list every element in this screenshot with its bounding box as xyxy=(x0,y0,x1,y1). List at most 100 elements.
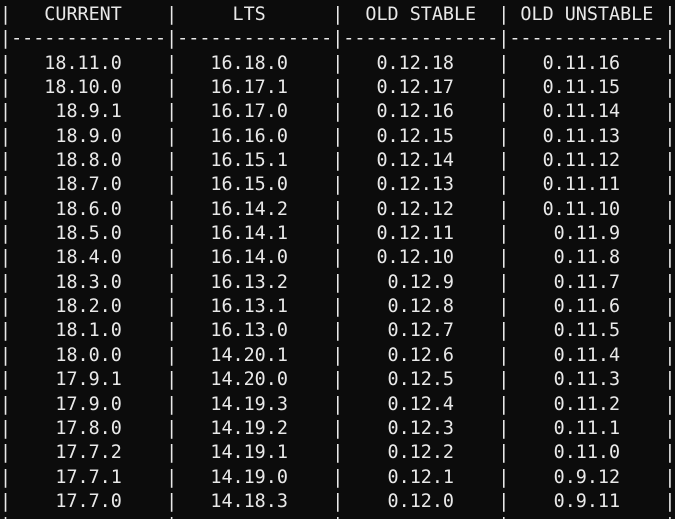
version-cell: 18.4.0 xyxy=(11,247,167,269)
column-divider: | xyxy=(166,28,178,50)
version-cell: 16.14.0 xyxy=(177,247,333,269)
version-cell: 0.11.10 xyxy=(509,198,665,220)
table-row: | 18.4.0 | 16.14.0 | 0.12.10 | 0.11.8 | xyxy=(0,246,675,270)
table-row: | 18.7.0 | 16.15.0 | 0.12.13 | 0.11.11 | xyxy=(0,173,675,197)
column-divider: | xyxy=(0,442,12,464)
column-divider: | xyxy=(166,369,178,391)
version-cell: 0.12.4 xyxy=(343,393,499,415)
version-cell: 16.13.0 xyxy=(177,320,333,342)
column-divider: | xyxy=(498,174,510,196)
column-divider: | xyxy=(332,393,344,415)
version-cell: 0.9.11 xyxy=(509,490,665,512)
column-divider: | xyxy=(166,247,178,269)
table-row: | 17.9.0 | 14.19.3 | 0.12.4 | 0.11.2 | xyxy=(0,393,675,417)
column-divider: | xyxy=(0,296,12,318)
column-divider: | xyxy=(0,77,12,99)
column-divider: | xyxy=(332,77,344,99)
column-divider: | xyxy=(0,490,12,512)
terminal-window[interactable]: | CURRENT | LTS | OLD STABLE | OLD UNSTA… xyxy=(0,0,675,519)
table-row: | 18.6.0 | 16.14.2 | 0.12.12 | 0.11.10 | xyxy=(0,198,675,222)
column-divider: | xyxy=(332,125,344,147)
column-divider: | xyxy=(166,393,178,415)
column-divider: | xyxy=(166,150,178,172)
column-divider: | xyxy=(664,344,675,366)
column-divider: | xyxy=(166,223,178,245)
version-cell: 0.12.10 xyxy=(343,247,499,269)
table-row: | 18.9.1 | 16.17.0 | 0.12.16 | 0.11.14 | xyxy=(0,100,675,124)
version-cell: 0.12.7 xyxy=(343,320,499,342)
empty-cell xyxy=(177,515,332,519)
version-cell: 16.13.1 xyxy=(177,296,333,318)
column-divider: | xyxy=(166,466,178,488)
version-cell: 18.7.0 xyxy=(11,174,167,196)
column-divider: | xyxy=(166,442,178,464)
version-cell: 0.11.2 xyxy=(509,393,665,415)
column-divider: | xyxy=(664,466,675,488)
column-divider: | xyxy=(664,52,675,74)
column-divider: | xyxy=(166,77,178,99)
table-row: | 17.7.1 | 14.19.0 | 0.12.1 | 0.9.12 | xyxy=(0,466,675,490)
column-header-old-stable: OLD STABLE xyxy=(343,4,499,25)
version-cell: 0.12.16 xyxy=(343,101,499,123)
column-divider: | xyxy=(0,223,12,245)
column-divider: | xyxy=(332,296,344,318)
version-cell: 0.11.14 xyxy=(509,101,665,123)
column-divider: | xyxy=(498,320,510,342)
column-divider: | xyxy=(498,490,510,512)
column-divider: | xyxy=(498,101,510,123)
column-divider: | xyxy=(498,4,510,25)
column-divider: | xyxy=(664,101,675,123)
version-cell: 18.11.0 xyxy=(11,52,167,74)
column-divider: | xyxy=(0,466,12,488)
column-divider: | xyxy=(498,28,510,50)
version-cell: 18.2.0 xyxy=(11,296,167,318)
version-cell: 16.17.1 xyxy=(177,77,333,99)
column-divider: | xyxy=(0,4,12,25)
column-divider: | xyxy=(332,4,344,25)
column-divider: | xyxy=(332,247,344,269)
header-separator: -------------- xyxy=(11,28,167,50)
column-divider: | xyxy=(332,490,344,512)
version-cell: 14.20.1 xyxy=(177,344,333,366)
version-cell: 0.12.0 xyxy=(343,490,499,512)
version-cell: 16.15.0 xyxy=(177,174,333,196)
header-separator: -------------- xyxy=(343,28,499,50)
column-divider: | xyxy=(166,296,178,318)
table-row: | 18.8.0 | 16.15.1 | 0.12.14 | 0.11.12 | xyxy=(0,149,675,173)
table-row: | 18.3.0 | 16.13.2 | 0.12.9 | 0.11.7 | xyxy=(0,271,675,295)
column-divider: | xyxy=(498,77,510,99)
empty-cell xyxy=(11,515,166,519)
column-divider: | xyxy=(498,198,510,220)
column-divider: | xyxy=(498,344,510,366)
column-divider: | xyxy=(664,442,675,464)
column-divider: | xyxy=(498,393,510,415)
version-cell: 0.9.12 xyxy=(509,466,665,488)
empty-cell xyxy=(343,515,498,519)
table-row: | 18.5.0 | 16.14.1 | 0.12.11 | 0.11.9 | xyxy=(0,222,675,246)
column-divider: | xyxy=(0,150,12,172)
column-divider: | xyxy=(166,320,178,342)
version-cell: 18.9.0 xyxy=(11,125,167,147)
version-cell: 16.13.2 xyxy=(177,271,333,293)
column-divider: | xyxy=(498,369,510,391)
column-divider: | xyxy=(166,490,178,512)
version-cell: 0.12.14 xyxy=(343,150,499,172)
version-cell: 0.12.15 xyxy=(343,125,499,147)
version-cell: 0.11.9 xyxy=(509,223,665,245)
version-cell: 0.12.6 xyxy=(343,344,499,366)
column-divider: | xyxy=(332,198,344,220)
column-divider: | xyxy=(0,515,11,519)
column-divider: | xyxy=(166,52,178,74)
version-cell: 17.8.0 xyxy=(11,417,167,439)
version-cell: 0.12.8 xyxy=(343,296,499,318)
column-divider: | xyxy=(166,515,177,519)
column-divider: | xyxy=(0,369,12,391)
version-cell: 0.12.5 xyxy=(343,369,499,391)
column-divider: | xyxy=(166,417,178,439)
column-divider: | xyxy=(664,174,675,196)
table-row: | 17.8.0 | 14.19.2 | 0.12.3 | 0.11.1 | xyxy=(0,417,675,441)
column-divider: | xyxy=(498,442,510,464)
column-divider: | xyxy=(498,52,510,74)
column-divider: | xyxy=(498,417,510,439)
version-cell: 18.8.0 xyxy=(11,150,167,172)
